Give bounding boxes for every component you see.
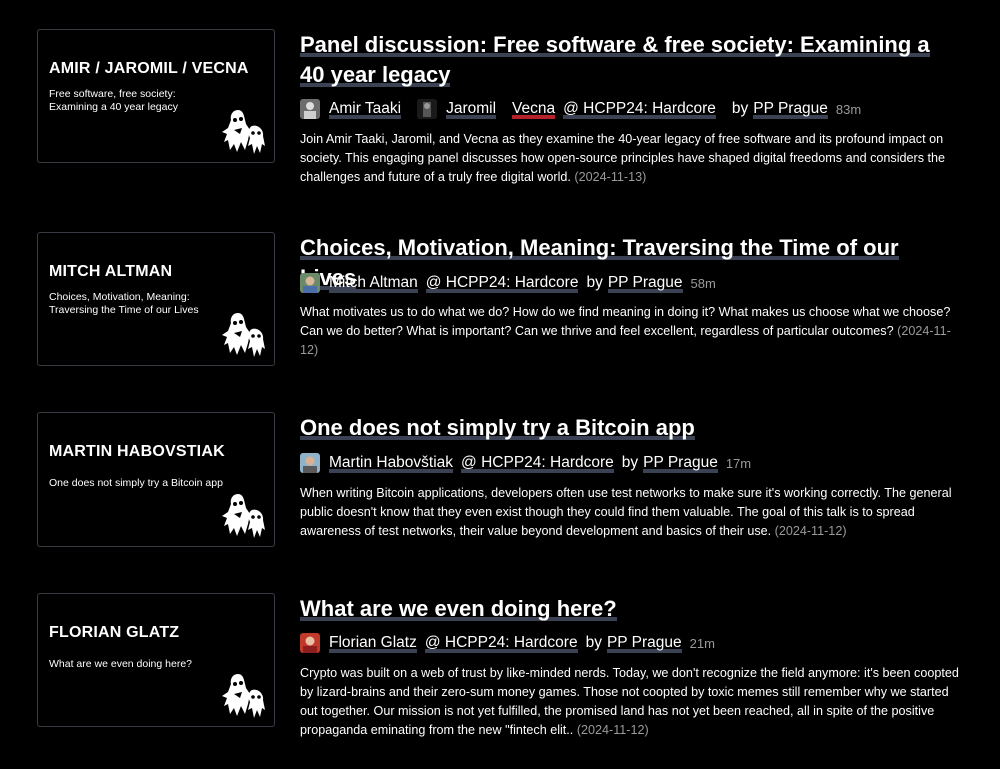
video-duration: 83m: [835, 101, 862, 117]
video-thumbnail[interactable]: AMIR / JAROMIL / VECNA Free software, fr…: [37, 29, 275, 163]
speaker-link[interactable]: Amir Taaki: [329, 100, 401, 119]
speaker-link[interactable]: Martin Habovštiak: [329, 454, 453, 473]
channel-link[interactable]: PP Prague: [607, 634, 682, 653]
by-label: by: [621, 454, 639, 471]
event-link[interactable]: @ HCPP24: Hardcore: [425, 634, 578, 653]
thumbnail-speaker-names: AMIR / JAROMIL / VECNA: [49, 60, 249, 77]
avatar: [417, 99, 438, 119]
channel-link[interactable]: PP Prague: [753, 100, 828, 119]
channel-link[interactable]: PP Prague: [608, 274, 683, 293]
thumbnail-speaker-names: MARTIN HABOVSTIAK: [49, 443, 225, 460]
video-date: (2024-11-13): [574, 170, 647, 184]
by-label: by: [586, 274, 603, 291]
speaker-link[interactable]: Jaromil: [446, 100, 496, 119]
speaker-link[interactable]: Mitch Altman: [329, 274, 418, 293]
video-description: When writing Bitcoin applications, devel…: [300, 484, 965, 541]
video-description: Crypto was built on a web of trust by li…: [300, 664, 965, 740]
video-thumbnail[interactable]: MARTIN HABOVSTIAK One does not simply tr…: [37, 412, 275, 547]
video-date: (2024-11-12): [774, 524, 847, 538]
video-title[interactable]: Panel discussion: Free software & free s…: [300, 30, 960, 90]
ghost-logo-icon: [222, 674, 265, 718]
video-meta: Florian Glatz @ HCPP24: Hardcore by PP P…: [300, 632, 715, 654]
thumbnail-speaker-names: MITCH ALTMAN: [49, 263, 173, 280]
speaker-link[interactable]: Vecna: [512, 100, 555, 119]
avatar: [300, 633, 320, 653]
ghost-logo-icon: [222, 313, 265, 357]
by-label: by: [731, 100, 749, 117]
video-duration: 58m: [690, 275, 716, 291]
video-meta: Mitch Altman @ HCPP24: Hardcore by PP Pr…: [300, 272, 716, 294]
thumbnail-subtitle: Free software, free society: Examining a…: [49, 88, 178, 113]
ghost-logo-icon: [222, 494, 265, 538]
event-link[interactable]: @ HCPP24: Hardcore: [426, 274, 579, 293]
video-title-text[interactable]: Panel discussion: Free software & free s…: [300, 32, 930, 87]
speaker-link[interactable]: Florian Glatz: [329, 634, 417, 653]
video-description: What motivates us to do what we do? How …: [300, 303, 965, 360]
description-text: When writing Bitcoin applications, devel…: [300, 486, 952, 538]
video-title-text[interactable]: One does not simply try a Bitcoin app: [300, 415, 695, 440]
avatar: [300, 273, 320, 293]
video-title[interactable]: One does not simply try a Bitcoin app: [300, 413, 960, 443]
video-description: Join Amir Taaki, Jaromil, and Vecna as t…: [300, 130, 965, 187]
thumbnail-subtitle: One does not simply try a Bitcoin app: [49, 477, 223, 489]
video-thumbnail[interactable]: FLORIAN GLATZ What are we even doing her…: [37, 593, 275, 727]
video-meta: Martin Habovštiak @ HCPP24: Hardcore by …: [300, 452, 751, 474]
video-meta: Amir Taaki Jaromil Vecna @ HCPP24: Hardc…: [300, 98, 861, 120]
event-link[interactable]: @ HCPP24: Hardcore: [563, 100, 716, 119]
video-title-text[interactable]: What are we even doing here?: [300, 596, 617, 621]
by-label: by: [585, 634, 602, 651]
video-duration: 21m: [689, 635, 715, 651]
video-duration: 17m: [725, 455, 752, 471]
event-link[interactable]: @ HCPP24: Hardcore: [461, 454, 614, 473]
avatar: [300, 99, 320, 119]
video-title[interactable]: What are we even doing here?: [300, 594, 960, 624]
thumbnail-subtitle: Choices, Motivation, Meaning: Traversing…: [49, 291, 199, 316]
ghost-logo-icon: [222, 110, 265, 154]
avatar: [300, 453, 320, 473]
video-date: (2024-11-12): [576, 723, 649, 737]
video-thumbnail[interactable]: MITCH ALTMAN Choices, Motivation, Meanin…: [37, 232, 275, 366]
channel-link[interactable]: PP Prague: [643, 454, 718, 473]
thumbnail-speaker-names: FLORIAN GLATZ: [49, 624, 180, 641]
description-text: What motivates us to do what we do? How …: [300, 305, 951, 338]
